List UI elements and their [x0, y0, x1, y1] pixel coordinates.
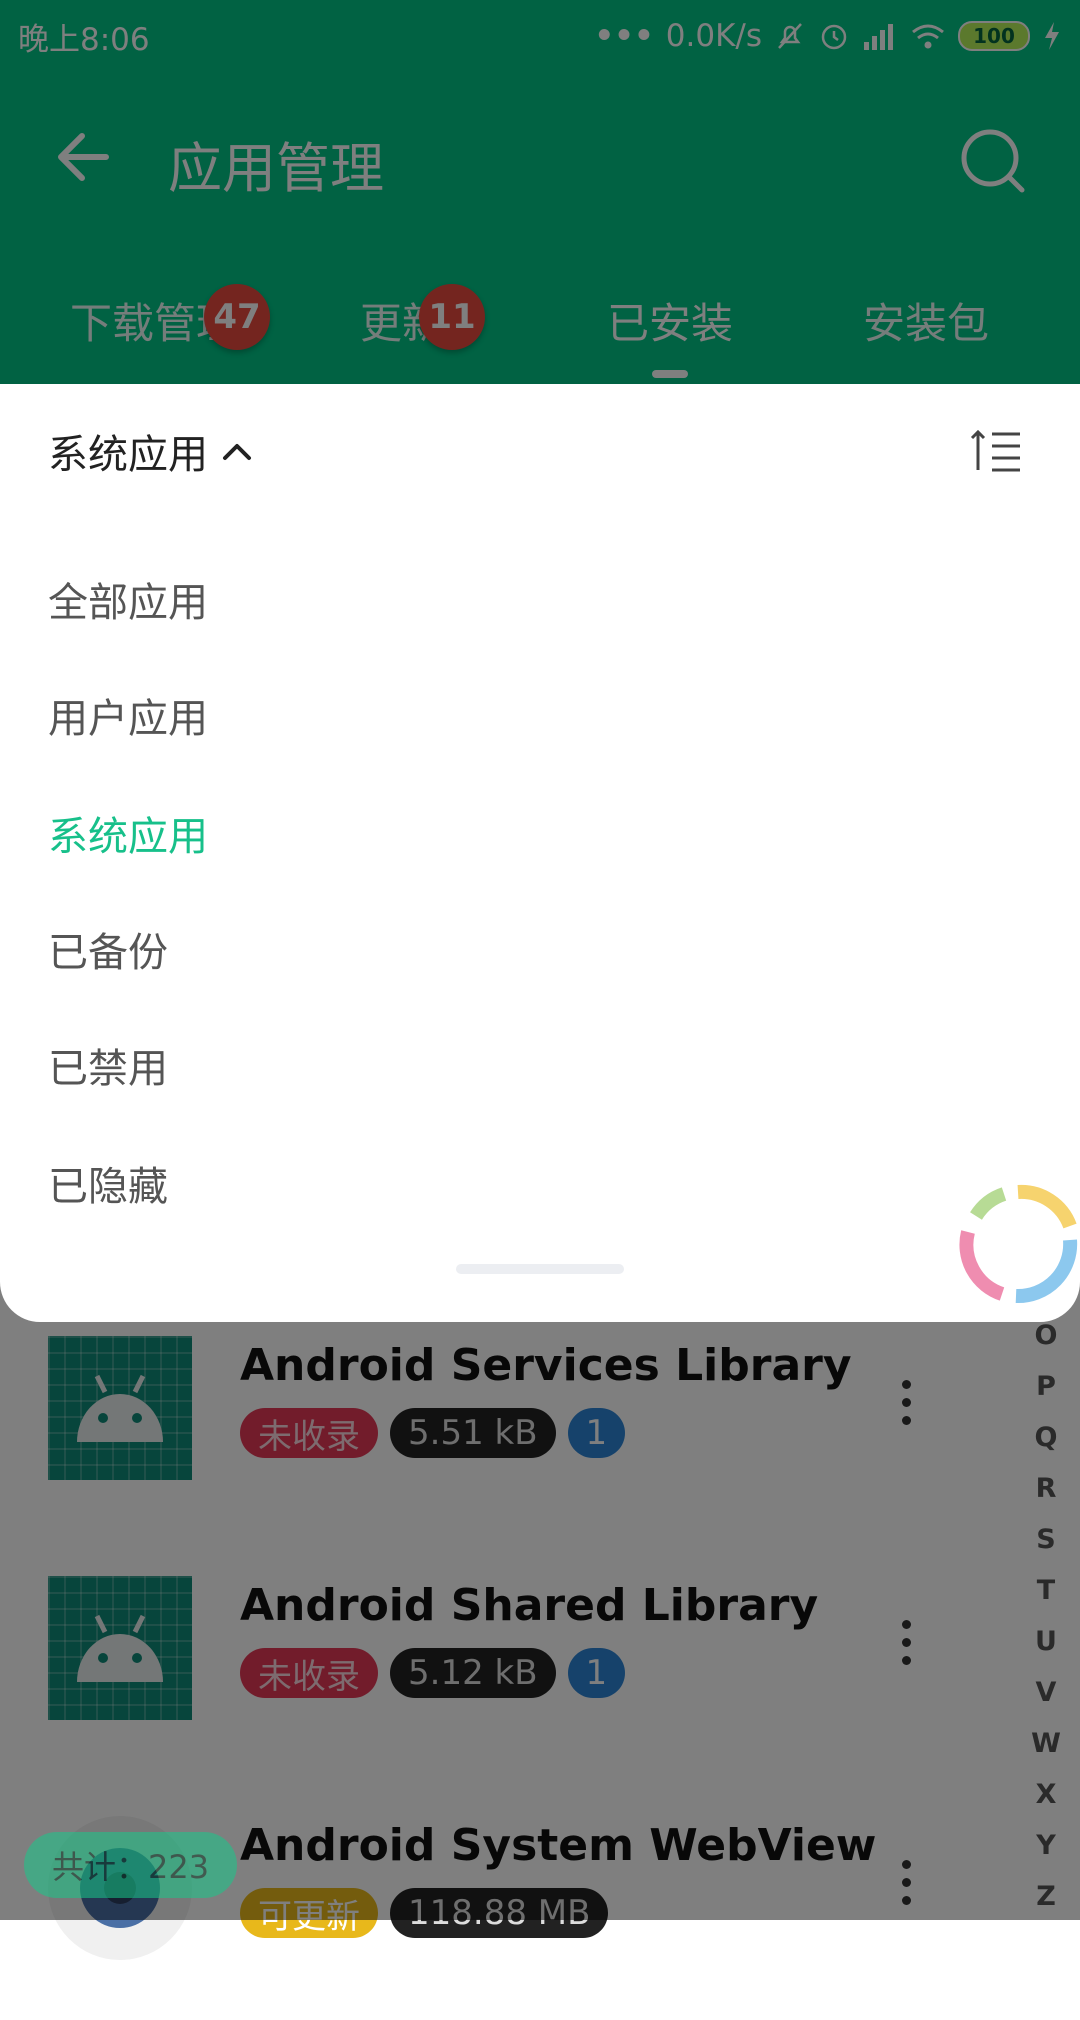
status-icons: ••• 0.0K/s 100 [594, 18, 1062, 54]
count-badge: 1 [567, 1648, 626, 1698]
installed-app-list: Android Services Library 未收录 5.51 kB 1 A… [0, 1320, 1080, 1960]
app-header: 晚上8:06 ••• 0.0K/s 100 应用管理 下载管理 47 更新 11… [0, 0, 1080, 384]
index-letter[interactable]: W [1028, 1718, 1064, 1769]
floating-ring-icon[interactable] [956, 1180, 1080, 1310]
tab-indicator [652, 370, 688, 378]
update-count-badge: 11 [419, 284, 485, 350]
index-letter[interactable]: R [1028, 1463, 1064, 1514]
page-title: 应用管理 [168, 137, 384, 200]
wifi-icon [912, 24, 944, 49]
size-badge: 118.88 MB [390, 1888, 609, 1938]
more-vert-icon[interactable] [896, 1620, 916, 1680]
status-bar: 晚上8:06 ••• 0.0K/s 100 [0, 0, 1080, 72]
not-indexed-badge: 未收录 [240, 1648, 378, 1698]
toolbar: 应用管理 [0, 96, 1080, 216]
index-letter[interactable]: X [1028, 1769, 1064, 1820]
android-app-icon [48, 1336, 192, 1480]
sheet-handle[interactable] [456, 1264, 624, 1274]
battery-icon: 100 [958, 21, 1030, 51]
tab-download-manager[interactable]: 下载管理 47 [34, 284, 274, 351]
alphabet-index[interactable]: O P Q R S T U V W X Y Z [1028, 1310, 1064, 1922]
sort-icon[interactable] [968, 426, 1024, 476]
signal-icon [864, 24, 893, 50]
filter-option-hidden[interactable]: 已隐藏 [48, 1154, 168, 1212]
tab-packages[interactable]: 安装包 [806, 290, 1046, 351]
alarm-icon [821, 24, 847, 50]
count-badge: 1 [567, 1408, 626, 1458]
list-item[interactable]: Android Services Library 未收录 5.51 kB 1 [0, 1320, 1000, 1540]
arrow-left-icon[interactable] [48, 122, 118, 192]
size-badge: 5.51 kB [390, 1408, 556, 1458]
more-dots-icon: ••• [594, 18, 654, 54]
filter-header-label: 系统应用 [48, 432, 208, 478]
size-badge: 5.12 kB [390, 1648, 556, 1698]
index-letter[interactable]: Q [1028, 1412, 1064, 1463]
index-letter[interactable]: U [1028, 1616, 1064, 1667]
net-speed: 0.0K/s [665, 18, 762, 54]
filter-option-backed-up[interactable]: 已备份 [48, 920, 168, 978]
index-letter[interactable]: T [1028, 1565, 1064, 1616]
app-tags: 未收录 5.12 kB 1 [240, 1648, 626, 1698]
update-available-badge: 可更新 [240, 1888, 378, 1938]
not-indexed-badge: 未收录 [240, 1408, 378, 1458]
tab-label: 安装包 [862, 299, 989, 348]
app-name: Android Services Library [240, 1340, 852, 1391]
index-letter[interactable]: Z [1028, 1871, 1064, 1922]
search-icon[interactable] [952, 120, 1032, 200]
android-app-icon [48, 1576, 192, 1720]
mute-icon [778, 23, 802, 49]
tab-bar: 下载管理 47 更新 11 已安装 安装包 [0, 270, 1080, 380]
filter-dropdown: 系统应用 全部应用 用户应用 系统应用 已备份 已禁用 已隐藏 [0, 384, 1080, 1322]
total-count-pill: 共计：223 [24, 1832, 238, 1898]
index-letter[interactable]: Y [1028, 1820, 1064, 1871]
tab-updates[interactable]: 更新 11 [282, 284, 522, 351]
app-tags: 未收录 5.51 kB 1 [240, 1408, 626, 1458]
charging-icon [1045, 22, 1059, 50]
chevron-up-icon [223, 444, 251, 460]
index-letter[interactable]: V [1028, 1667, 1064, 1718]
index-letter[interactable]: P [1028, 1361, 1064, 1412]
download-count-badge: 47 [204, 284, 270, 350]
app-name: Android System WebView [240, 1820, 877, 1871]
tab-label: 已安装 [606, 299, 733, 348]
more-vert-icon[interactable] [896, 1860, 916, 1920]
app-tags: 可更新 118.88 MB [240, 1888, 609, 1938]
status-time: 晚上8:06 [18, 21, 150, 58]
filter-option-disabled[interactable]: 已禁用 [48, 1036, 168, 1094]
filter-header[interactable]: 系统应用 [48, 422, 254, 480]
app-name: Android Shared Library [240, 1580, 819, 1631]
index-letter[interactable]: S [1028, 1514, 1064, 1565]
filter-option-all[interactable]: 全部应用 [48, 570, 208, 628]
list-item[interactable]: Android Shared Library 未收录 5.12 kB 1 [0, 1560, 1000, 1780]
filter-option-system[interactable]: 系统应用 [48, 804, 208, 862]
more-vert-icon[interactable] [896, 1380, 916, 1440]
tab-installed[interactable]: 已安装 [550, 290, 790, 378]
filter-option-user[interactable]: 用户应用 [48, 686, 208, 744]
